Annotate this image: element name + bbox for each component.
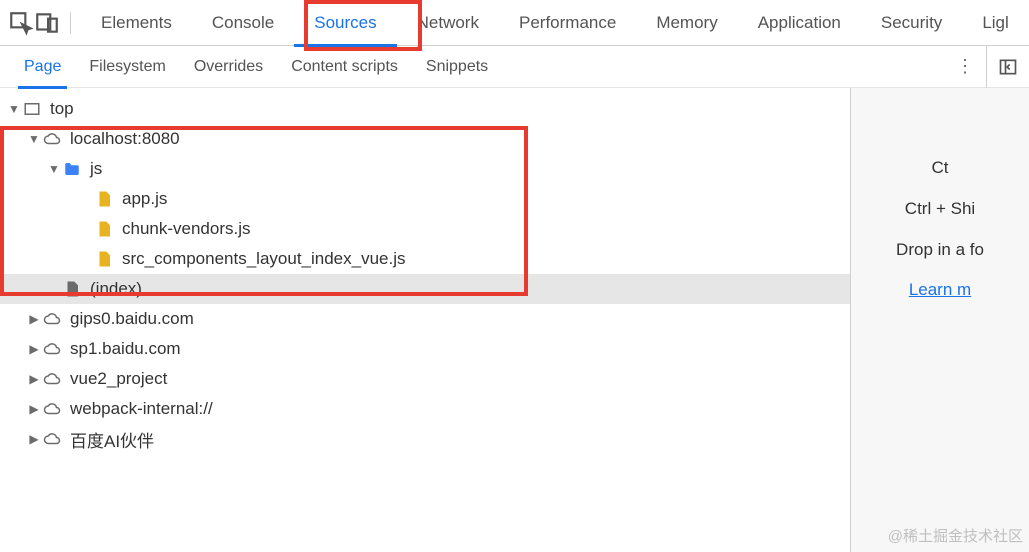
cloud-icon (42, 339, 62, 359)
cloud-icon (42, 429, 62, 449)
subtab-content-scripts[interactable]: Content scripts (277, 46, 412, 88)
shortcut-hint: Ctrl + Shi (857, 189, 1023, 230)
tree-file-chunk-vendors[interactable]: chunk-vendors.js (0, 214, 850, 244)
main-area: ▼ top ▼ localhost:8080 ▼ js app.js chunk… (0, 88, 1029, 552)
js-file-icon (94, 219, 114, 239)
drop-hint: Drop in a fo (857, 230, 1023, 271)
divider (70, 12, 71, 34)
tree-label: app.js (122, 189, 167, 209)
file-tree-pane: ▼ top ▼ localhost:8080 ▼ js app.js chunk… (0, 88, 850, 552)
tree-file-app-js[interactable]: app.js (0, 184, 850, 214)
tab-performance[interactable]: Performance (499, 0, 636, 46)
cloud-icon (42, 369, 62, 389)
tab-sources[interactable]: Sources (294, 0, 396, 46)
watermark: @稀土掘金技术社区 (888, 525, 1023, 546)
tree-label: (index) (90, 279, 142, 299)
tree-label: top (50, 99, 74, 119)
tree-label: 百度AI伙伴 (70, 427, 154, 452)
chevron-right-icon: ▶ (26, 372, 42, 386)
shortcut-hint: Ct (857, 148, 1023, 189)
chevron-down-icon: ▼ (26, 132, 42, 146)
frame-icon (22, 99, 42, 119)
tree-node-gips0[interactable]: ▶ gips0.baidu.com (0, 304, 850, 334)
subtab-snippets[interactable]: Snippets (412, 46, 502, 88)
tree-label: localhost:8080 (70, 129, 180, 149)
subtab-filesystem[interactable]: Filesystem (75, 46, 179, 88)
tree-label: src_components_layout_index_vue.js (122, 249, 406, 269)
tree-file-index[interactable]: (index) (0, 274, 850, 304)
tree-label: gips0.baidu.com (70, 309, 194, 329)
tab-console[interactable]: Console (192, 0, 294, 46)
subtab-overrides[interactable]: Overrides (180, 46, 277, 88)
learn-more-link[interactable]: Learn m (909, 280, 971, 299)
more-options-icon[interactable]: ⋮ (950, 52, 980, 82)
subtab-page[interactable]: Page (10, 46, 75, 88)
devtools-main-tabs: Elements Console Sources Network Perform… (0, 0, 1029, 46)
tab-memory[interactable]: Memory (636, 0, 737, 46)
tab-lighthouse[interactable]: Ligl (962, 0, 1028, 46)
cloud-icon (42, 309, 62, 329)
chevron-right-icon: ▶ (26, 432, 42, 446)
tab-network[interactable]: Network (397, 0, 499, 46)
tree-node-localhost[interactable]: ▼ localhost:8080 (0, 124, 850, 154)
folder-icon (62, 159, 82, 179)
tab-application[interactable]: Application (738, 0, 861, 46)
js-file-icon (94, 189, 114, 209)
tree-label: js (90, 159, 102, 179)
tree-node-js-folder[interactable]: ▼ js (0, 154, 850, 184)
tab-security[interactable]: Security (861, 0, 962, 46)
tree-node-sp1[interactable]: ▶ sp1.baidu.com (0, 334, 850, 364)
chevron-right-icon: ▶ (26, 342, 42, 356)
cloud-icon (42, 399, 62, 419)
tree-node-vue2-project[interactable]: ▶ vue2_project (0, 364, 850, 394)
tree-label: chunk-vendors.js (122, 219, 251, 239)
js-file-icon (94, 249, 114, 269)
tree-file-src-components[interactable]: src_components_layout_index_vue.js (0, 244, 850, 274)
tree-node-webpack-internal[interactable]: ▶ webpack-internal:// (0, 394, 850, 424)
tree-node-top[interactable]: ▼ top (0, 94, 850, 124)
chevron-down-icon: ▼ (6, 102, 22, 116)
right-help-pane: Ct Ctrl + Shi Drop in a fo Learn m (850, 88, 1029, 552)
chevron-right-icon: ▶ (26, 312, 42, 326)
tree-node-baidu-ai[interactable]: ▶ 百度AI伙伴 (0, 424, 850, 454)
tab-elements[interactable]: Elements (81, 0, 192, 46)
device-toggle-icon[interactable] (34, 10, 60, 36)
chevron-down-icon: ▼ (46, 162, 62, 176)
tree-label: sp1.baidu.com (70, 339, 181, 359)
tree-label: vue2_project (70, 369, 167, 389)
chevron-right-icon: ▶ (26, 402, 42, 416)
sources-sub-tabs-row: Page Filesystem Overrides Content script… (0, 46, 1029, 88)
inspect-element-icon[interactable] (8, 10, 34, 36)
tree-label: webpack-internal:// (70, 399, 213, 419)
cloud-icon (42, 129, 62, 149)
show-navigator-icon[interactable] (987, 57, 1029, 77)
document-icon (62, 279, 82, 299)
